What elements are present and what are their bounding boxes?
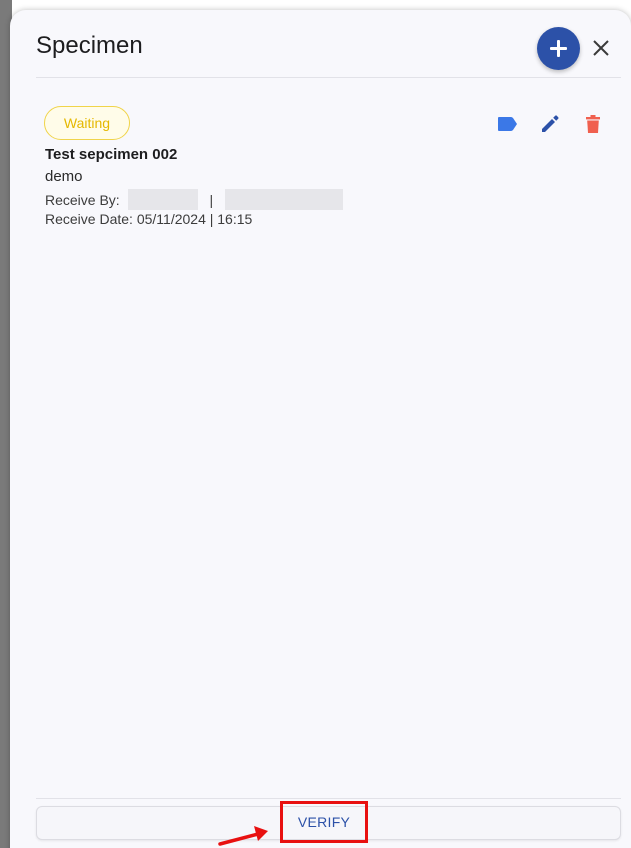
receive-date-row: Receive Date: 05/11/2024 | 16:15 [45,211,252,227]
pencil-icon [542,115,559,132]
specimen-dialog: Specimen Waiting Test sepcimen 002 demo … [10,10,631,848]
plus-icon [550,40,567,57]
receive-date-value: 05/11/2024 | 16:15 [136,211,253,227]
receive-by-separator: | [209,191,214,208]
dialog-title: Specimen [36,32,143,59]
status-badge: Waiting [44,106,130,140]
delete-button[interactable] [582,113,604,135]
close-icon [593,40,609,56]
receive-date-label: Receive Date: [45,211,133,227]
receive-by-row: Receive By: | [45,189,344,210]
arrow-annotation-icon [218,826,268,846]
label-icon [498,117,517,131]
header-divider [36,77,621,78]
specimen-description: demo [45,168,83,185]
tag-button[interactable] [496,113,518,135]
footer-divider [36,798,621,799]
edit-button[interactable] [539,113,561,135]
verify-label[interactable]: VERIFY [280,801,368,843]
specimen-name: Test sepcimen 002 [45,146,178,163]
redacted-receiver-detail [225,189,344,210]
page: Specimen Waiting Test sepcimen 002 demo … [0,0,631,848]
backdrop [0,0,631,10]
trash-icon [586,115,600,133]
redacted-receiver-name [127,189,198,210]
receive-by-label: Receive By: [45,191,120,208]
close-dialog-button[interactable] [589,36,613,60]
add-specimen-button[interactable] [537,27,580,70]
